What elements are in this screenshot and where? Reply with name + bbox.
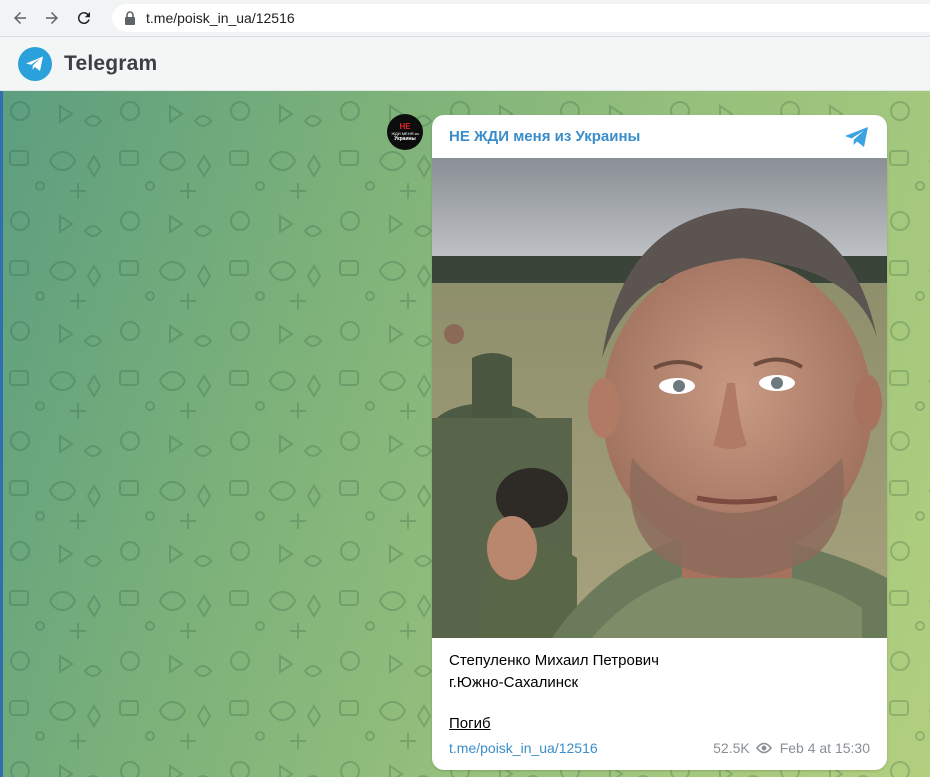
telegram-brand[interactable]: Telegram (64, 52, 157, 76)
back-button[interactable] (8, 6, 32, 30)
lock-icon (125, 11, 135, 25)
message-card: НЕ ЖДИ меня из Украины Степуленко Михаил… (432, 115, 887, 770)
avatar-text-1: НЕ (399, 121, 411, 131)
avatar-text-3: Украины (394, 135, 416, 142)
channel-name[interactable]: НЕ ЖДИ меня из Украины (449, 128, 640, 145)
arrow-right-icon (46, 12, 58, 24)
message-name: Степуленко Михаил Петрович (449, 652, 659, 669)
forward-button[interactable] (40, 6, 64, 30)
window-edge (0, 91, 3, 777)
portrait-photo (432, 158, 887, 638)
arrow-left-icon (14, 12, 26, 24)
paper-plane-icon (26, 56, 43, 71)
eye-icon (755, 742, 772, 754)
telegram-header: Telegram (0, 37, 930, 91)
telegram-logo-icon[interactable] (18, 46, 52, 81)
address-bar[interactable]: t.me/poisk_in_ua/12516 (112, 4, 930, 32)
message-photo[interactable] (432, 158, 887, 638)
reload-icon (77, 12, 90, 25)
share-paper-plane-icon[interactable] (844, 126, 870, 148)
post-link[interactable]: t.me/poisk_in_ua/12516 (449, 740, 598, 756)
message-date[interactable]: Feb 4 at 15:30 (780, 740, 870, 756)
message-status: Погиб (449, 715, 491, 732)
reload-button[interactable] (72, 6, 96, 30)
url-text: t.me/poisk_in_ua/12516 (146, 10, 295, 26)
channel-avatar[interactable]: НЕ ЖДИ МЕНЯ из Украины (387, 114, 423, 150)
message-city: г.Южно-Сахалинск (449, 674, 579, 691)
message-meta: 52.5K Feb 4 at 15:30 (713, 740, 870, 756)
view-count: 52.5K (713, 740, 750, 756)
browser-toolbar: t.me/poisk_in_ua/12516 (0, 0, 930, 37)
